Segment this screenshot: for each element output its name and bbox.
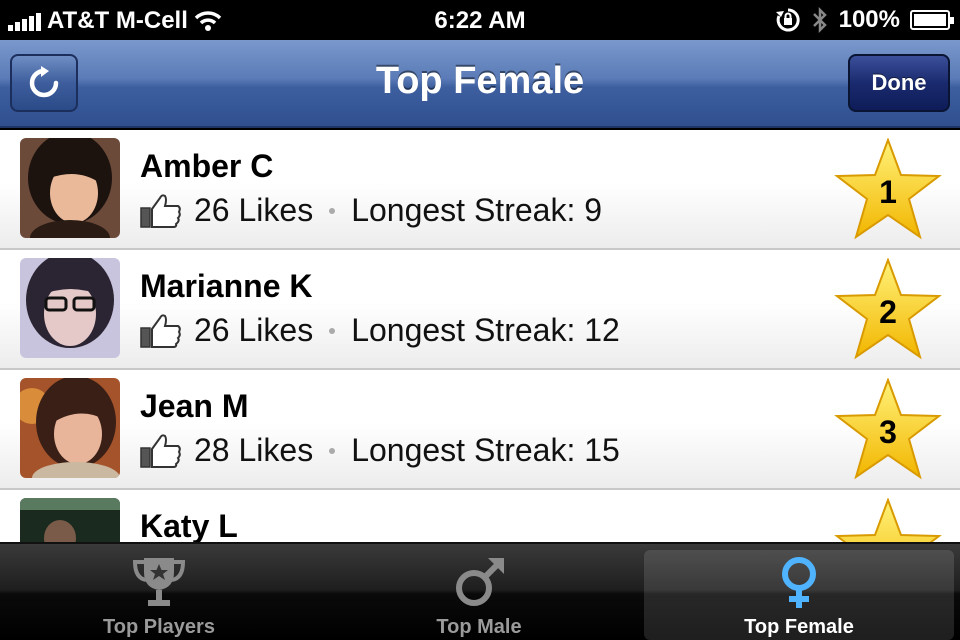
- streak-label: Longest Streak:: [351, 312, 576, 348]
- tab-bar: Top Players Top Male Top Female: [0, 542, 960, 640]
- rank-star-icon: 2: [834, 257, 942, 362]
- streak-value: 15: [584, 432, 620, 468]
- done-button[interactable]: Done: [848, 54, 950, 112]
- avatar: [20, 498, 120, 542]
- rank-number: 3: [879, 414, 897, 450]
- battery-icon: [910, 10, 954, 30]
- female-symbol-icon: [782, 557, 816, 608]
- rank-number: 1: [879, 174, 897, 210]
- streak-value: 9: [584, 192, 603, 228]
- page-title: Top Female: [375, 60, 585, 102]
- player-name: Amber C: [140, 148, 274, 184]
- streak-label: Longest Streak:: [351, 432, 576, 468]
- likes-label: Likes: [238, 432, 314, 468]
- rotation-lock-icon: [775, 8, 800, 32]
- tab-label: Top Female: [744, 616, 854, 638]
- status-bar: AT&T M-Cell 6:22 AM 100%: [0, 0, 960, 40]
- avatar: [20, 378, 120, 478]
- tab-label: Top Male: [436, 616, 522, 638]
- thumbs-up-icon: [140, 433, 181, 468]
- likes-count: 28: [194, 432, 230, 468]
- likes-label: Likes: [238, 312, 314, 348]
- tab-top-male[interactable]: Top Male: [324, 550, 634, 640]
- rank-number: 2: [879, 294, 897, 330]
- player-stats: 28 Likes Longest Streak: 15: [140, 432, 620, 469]
- bluetooth-icon: [812, 7, 827, 33]
- player-name: Jean M: [140, 388, 249, 424]
- trophy-icon: [132, 558, 186, 606]
- rank-star-icon: 1: [834, 137, 942, 242]
- player-stats: 26 Likes Longest Streak: 12: [140, 312, 620, 349]
- male-symbol-icon: [456, 558, 504, 606]
- likes-count: 26: [194, 192, 230, 228]
- rank-star-icon: [834, 497, 942, 542]
- tab-top-players[interactable]: Top Players: [4, 550, 314, 640]
- separator-dot: [329, 327, 336, 334]
- player-name: Katy L: [140, 508, 238, 542]
- likes-label: Likes: [238, 192, 314, 228]
- list-item[interactable]: Amber C 26 Likes Longest Streak: 9 1: [0, 130, 960, 250]
- tab-top-female[interactable]: Top Female: [644, 550, 954, 640]
- list-item[interactable]: Katy L: [0, 490, 960, 542]
- likes-count: 26: [194, 312, 230, 348]
- tab-label: Top Players: [103, 616, 215, 638]
- thumbs-up-icon: [140, 193, 181, 228]
- battery-percentage: 100%: [838, 6, 900, 33]
- player-name: Marianne K: [140, 268, 313, 304]
- separator-dot: [329, 207, 336, 214]
- leaderboard-list[interactable]: Amber C 26 Likes Longest Streak: 9 1 Mar…: [0, 130, 960, 542]
- separator-dot: [329, 447, 336, 454]
- list-item[interactable]: Jean M 28 Likes Longest Streak: 15 3: [0, 370, 960, 490]
- streak-label: Longest Streak:: [351, 192, 576, 228]
- player-stats: 26 Likes Longest Streak: 9: [140, 192, 602, 229]
- navigation-bar: Top Female Done: [0, 40, 960, 128]
- avatar: [20, 138, 120, 238]
- list-item[interactable]: Marianne K 26 Likes Longest Streak: 12 2: [0, 250, 960, 370]
- avatar: [20, 258, 120, 358]
- thumbs-up-icon: [140, 313, 181, 348]
- rank-star-icon: 3: [834, 377, 942, 482]
- streak-value: 12: [584, 312, 620, 348]
